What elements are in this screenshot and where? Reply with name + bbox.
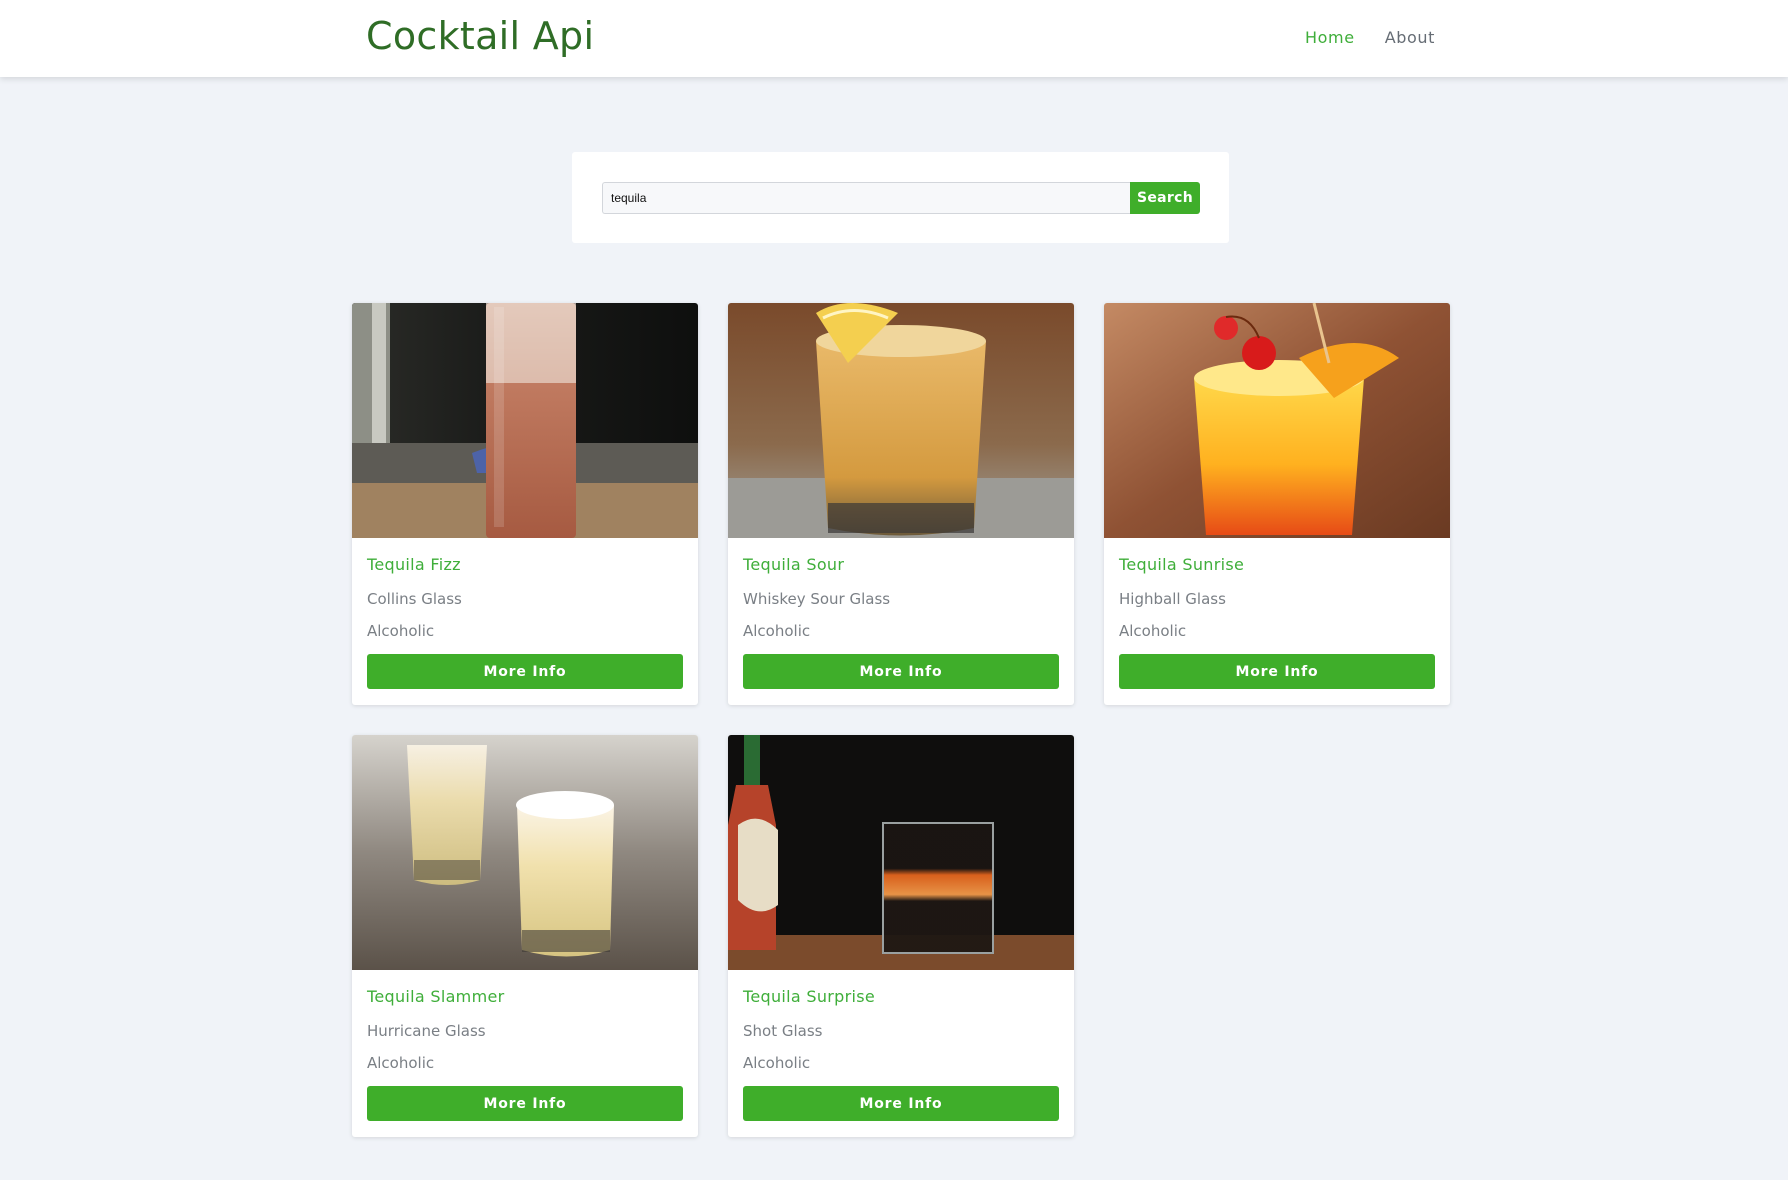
card-title: Tequila Sunrise: [1119, 555, 1245, 574]
card-glass: Whiskey Sour Glass: [743, 590, 891, 608]
card-title: Tequila Surprise: [743, 987, 876, 1006]
brand-logo[interactable]: Cocktail Api: [366, 14, 594, 58]
card-title: Tequila Fizz: [367, 555, 461, 574]
card-title: Tequila Slammer: [367, 987, 505, 1006]
cocktail-card: Tequila Slammer Hurricane Glass Alcoholi…: [352, 735, 698, 1137]
nav-links: Home About: [1305, 28, 1435, 47]
more-info-button[interactable]: More Info: [1119, 654, 1435, 689]
search-button[interactable]: Search: [1130, 182, 1200, 214]
cocktail-image[interactable]: [728, 303, 1074, 538]
cocktail-card: Tequila Fizz Collins Glass Alcoholic Mor…: [352, 303, 698, 705]
cocktail-image[interactable]: [728, 735, 1074, 970]
more-info-button[interactable]: More Info: [743, 1086, 1059, 1121]
search-panel: Search: [572, 152, 1229, 243]
card-type: Alcoholic: [743, 1054, 811, 1072]
card-glass: Hurricane Glass: [367, 1022, 486, 1040]
navbar: Cocktail Api Home About: [0, 0, 1788, 77]
cocktail-card: Tequila Sunrise Highball Glass Alcoholic…: [1104, 303, 1450, 705]
card-type: Alcoholic: [1119, 622, 1187, 640]
card-title: Tequila Sour: [743, 555, 845, 574]
cocktail-image[interactable]: [352, 303, 698, 538]
card-glass: Collins Glass: [367, 590, 462, 608]
cocktail-image[interactable]: [352, 735, 698, 970]
card-glass: Shot Glass: [743, 1022, 823, 1040]
more-info-button[interactable]: More Info: [367, 654, 683, 689]
nav-home-link[interactable]: Home: [1305, 28, 1355, 47]
more-info-button[interactable]: More Info: [367, 1086, 683, 1121]
card-type: Alcoholic: [367, 622, 435, 640]
more-info-button[interactable]: More Info: [743, 654, 1059, 689]
cocktail-image[interactable]: [1104, 303, 1450, 538]
cocktail-card: Tequila Surprise Shot Glass Alcoholic Mo…: [728, 735, 1074, 1137]
cocktail-card: Tequila Sour Whiskey Sour Glass Alcoholi…: [728, 303, 1074, 705]
nav-about-link[interactable]: About: [1385, 28, 1435, 47]
card-type: Alcoholic: [367, 1054, 435, 1072]
card-glass: Highball Glass: [1119, 590, 1226, 608]
search-input[interactable]: [602, 182, 1130, 214]
card-type: Alcoholic: [743, 622, 811, 640]
